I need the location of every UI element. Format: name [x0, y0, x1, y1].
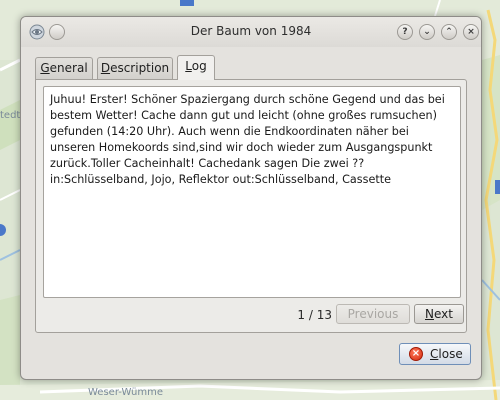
close-button-label: lose: [438, 347, 463, 361]
next-button-label: ext: [434, 307, 453, 321]
tab-general-label: eneral: [49, 61, 88, 75]
help-button[interactable]: ?: [397, 24, 413, 40]
cache-log-dialog: Der Baum von 1984 ? ⌄ ⌃ × General Descri…: [20, 16, 482, 380]
tab-general[interactable]: General: [35, 57, 93, 79]
tab-log-label: og: [191, 59, 207, 73]
log-text-area[interactable]: Juhuu! Erster! Schöner Spaziergang durch…: [43, 86, 461, 298]
close-button[interactable]: × Close: [399, 343, 471, 365]
next-button-mnemonic: N: [425, 307, 434, 321]
tab-log[interactable]: Log: [177, 55, 215, 80]
tab-general-mnemonic: G: [40, 61, 50, 75]
maximize-button[interactable]: ⌃: [441, 24, 457, 40]
map-label-bottom: Weser-Wümme: [88, 387, 163, 398]
tab-description[interactable]: Description: [97, 57, 173, 79]
minimize-button[interactable]: ⌄: [419, 24, 435, 40]
tab-description-label: escription: [110, 61, 170, 75]
map-label-left: tedt: [0, 110, 21, 121]
next-button[interactable]: Next: [414, 304, 464, 324]
previous-button[interactable]: Previous: [336, 304, 410, 324]
close-icon: ×: [409, 347, 423, 361]
page-counter: 1 / 13: [297, 308, 332, 322]
title-bar[interactable]: Der Baum von 1984 ? ⌄ ⌃ ×: [21, 17, 481, 47]
log-tab-panel: Juhuu! Erster! Schöner Spaziergang durch…: [35, 79, 467, 333]
close-window-button[interactable]: ×: [463, 24, 479, 40]
tab-description-mnemonic: D: [100, 61, 111, 75]
